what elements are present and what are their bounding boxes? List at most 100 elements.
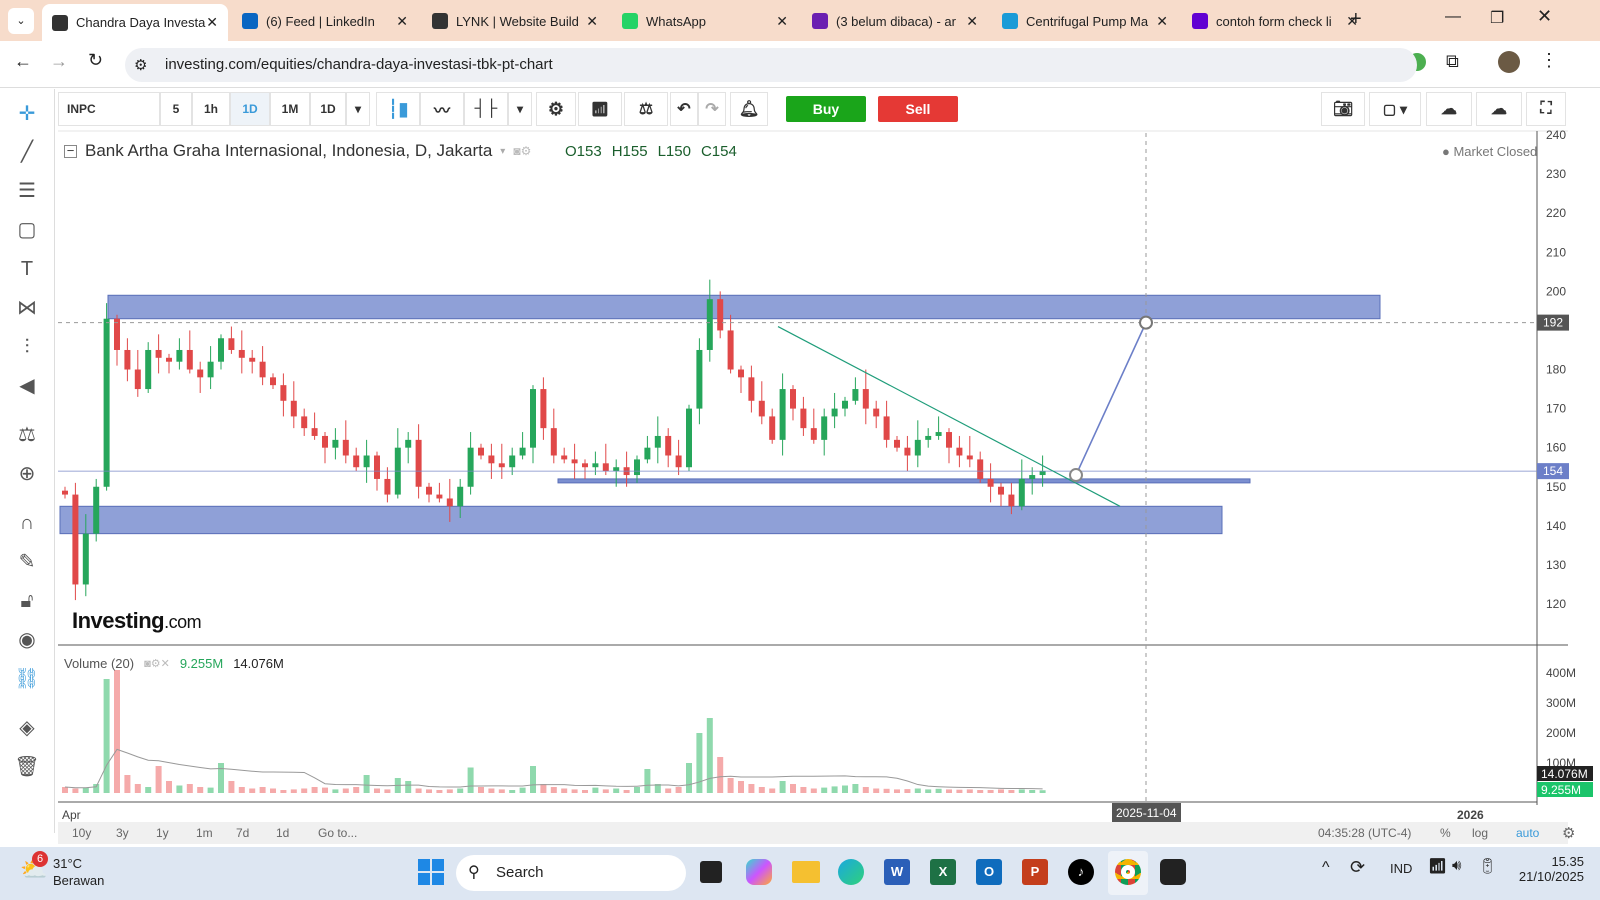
volume-bar [914, 788, 921, 793]
time-label-start: Apr [62, 808, 81, 822]
candle-body [779, 389, 786, 440]
volume-bar [758, 787, 765, 793]
collapse-legend-icon[interactable]: − [64, 144, 77, 158]
volume-icon[interactable]: 🔊︎ [1452, 857, 1461, 874]
battery-icon[interactable]: 🔋︎ [1478, 857, 1497, 875]
volume-bar [623, 790, 630, 793]
volume-bar [207, 787, 214, 793]
volume-ma-line [64, 748, 1043, 790]
tiktok-icon[interactable]: ♪ [1068, 859, 1094, 885]
copilot-icon[interactable] [746, 859, 772, 885]
projection-start-handle[interactable] [1069, 468, 1083, 483]
volume-bar [457, 788, 464, 793]
chrome-taskbar-button[interactable] [1108, 851, 1148, 895]
percent-toggle[interactable]: % [1440, 826, 1451, 840]
candle-body [155, 349, 162, 358]
range-1d[interactable]: 1d [276, 826, 289, 840]
legend-settings-icon[interactable]: ◙⚙ [513, 144, 531, 158]
log-toggle[interactable]: log [1472, 826, 1488, 840]
windows-start-icon[interactable] [418, 859, 444, 885]
candle-body [696, 349, 703, 409]
volume-bar [467, 767, 474, 793]
range-7d[interactable]: 7d [236, 826, 249, 840]
volume-bar [810, 788, 817, 793]
candle-body [62, 490, 68, 495]
legend-dropdown-icon[interactable]: ▾ [500, 146, 505, 157]
volume-bar [82, 787, 89, 793]
volume-tag-2: 9.255M [1541, 783, 1581, 797]
volume-bar [1018, 789, 1025, 793]
range-Goto[interactable]: Go to... [318, 826, 357, 840]
language-indicator[interactable]: IND [1390, 861, 1412, 876]
auto-toggle[interactable]: auto [1516, 826, 1539, 840]
edge-icon[interactable] [838, 859, 864, 885]
instrument-title[interactable]: Bank Artha Graha Internasional, Indonesi… [85, 141, 492, 161]
sync-icon[interactable]: ⟳ [1350, 857, 1365, 878]
volume-label[interactable]: Volume (20) [64, 656, 134, 671]
clock-area[interactable]: 15.35 21/10/2025 [1519, 854, 1584, 884]
projection-end-handle[interactable] [1139, 315, 1153, 330]
resistance-zone[interactable] [107, 294, 1381, 320]
word-icon[interactable]: W [884, 859, 910, 885]
stock-app-icon[interactable] [1160, 859, 1186, 885]
candle-body [675, 455, 682, 468]
volume-bar [873, 788, 880, 793]
range-10y[interactable]: 10y [72, 826, 91, 840]
candle-body [935, 432, 942, 436]
volume-settings-icon[interactable]: ◙⚙✕ [144, 657, 170, 670]
candle-body [956, 447, 963, 456]
volume-bar [862, 787, 869, 793]
volume-bar [644, 769, 651, 793]
candle-body [665, 435, 672, 456]
candle-body [925, 435, 932, 440]
axis-settings-icon[interactable]: ⚙ [1562, 824, 1575, 842]
projection-line[interactable] [1075, 322, 1147, 476]
volume-bar [530, 766, 536, 793]
range-1m[interactable]: 1m [196, 826, 213, 840]
time: 15.35 [1551, 854, 1584, 869]
excel-icon[interactable]: X [930, 859, 956, 885]
support-zone[interactable] [59, 505, 1223, 535]
volume-bar [62, 787, 68, 793]
file-explorer-icon[interactable] [792, 861, 820, 883]
range-1y[interactable]: 1y [156, 826, 169, 840]
volume-bar [696, 733, 703, 793]
candle-body [353, 455, 360, 468]
volume-value-1: 9.255M [179, 656, 224, 671]
task-view-icon[interactable] [700, 861, 722, 883]
candle-body [332, 439, 339, 448]
tray-chevron-icon[interactable]: ^ [1322, 859, 1330, 877]
price-tick-label: 130 [1546, 558, 1566, 572]
volume-bar [925, 789, 932, 793]
volume-bar [665, 788, 672, 793]
price-tick-label: 180 [1546, 363, 1566, 377]
weather-desc: Berawan [53, 873, 105, 888]
candle-body [894, 439, 900, 448]
outlook-icon[interactable]: O [976, 859, 1002, 885]
volume-bar [998, 789, 1004, 793]
volume-bar [1008, 790, 1015, 793]
price-chart[interactable]: 240 230 220 210 200 180 170 160 150 140 130 120 154 1… [0, 0, 1600, 830]
volume-bar [488, 788, 495, 793]
candle-body [124, 349, 131, 370]
candle-body [270, 377, 276, 386]
volume-tick-label: 200M [1546, 726, 1576, 740]
volume-bar [748, 784, 755, 793]
volume-bar [301, 788, 308, 793]
volume-bar [478, 787, 484, 793]
powerpoint-icon[interactable]: P [1022, 859, 1048, 885]
search-icon: ⚲ [468, 864, 480, 881]
chart-legend: − Bank Artha Graha Internasional, Indone… [64, 141, 531, 161]
range-3y[interactable]: 3y [116, 826, 129, 840]
candle-body [810, 428, 817, 440]
candle-body [363, 455, 370, 468]
volume-bar [706, 718, 713, 793]
taskbar-search[interactable]: Search [456, 855, 686, 891]
candle-body [457, 486, 464, 507]
price-tick-label: 210 [1546, 245, 1566, 259]
candle-body [769, 416, 776, 440]
volume-bar [363, 775, 370, 793]
wifi-icon[interactable]: 📶︎ [1428, 857, 1447, 875]
candle-body [800, 408, 807, 429]
candle-body [498, 463, 505, 468]
